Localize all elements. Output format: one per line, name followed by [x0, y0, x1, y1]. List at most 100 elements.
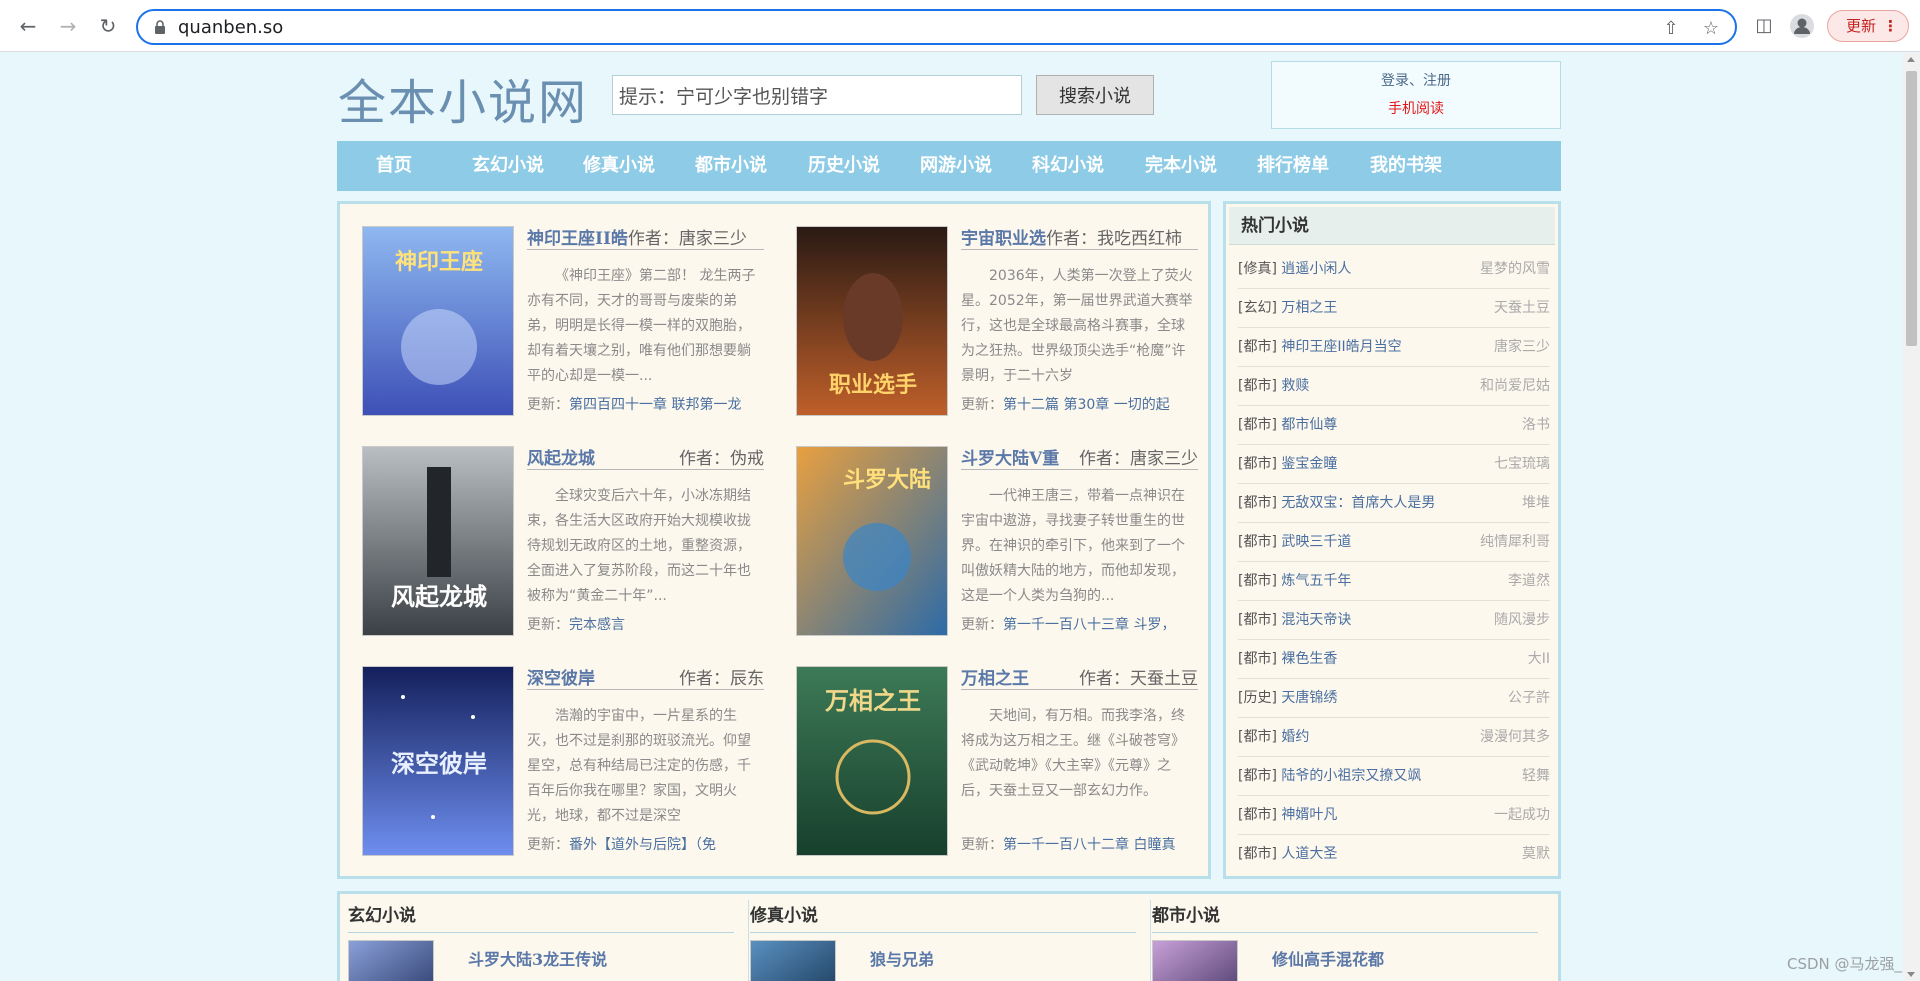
- latest-chapter-link[interactable]: 第一千一百八十三章 斗罗，: [1003, 617, 1175, 633]
- update-button[interactable]: 更新 ⋮: [1827, 10, 1909, 42]
- url-input[interactable]: [178, 16, 1578, 38]
- search-button[interactable]: 搜索小说: [1036, 75, 1154, 115]
- latest-chapter-link[interactable]: 第十二篇 第30章 一切的起: [1003, 397, 1170, 413]
- page-scrollbar[interactable]: [1903, 53, 1920, 981]
- book-author: 作者：伪戒: [679, 449, 764, 469]
- hot-author: 一起成功: [1494, 807, 1550, 823]
- hot-book-link[interactable]: 陆爷的小祖宗又撩又飒: [1281, 768, 1421, 784]
- book-cover-image[interactable]: 风起龙城: [362, 446, 514, 636]
- nav-bookshelf[interactable]: 我的书架: [1370, 141, 1442, 191]
- category-book-link[interactable]: 斗罗大陆3龙王传说: [468, 946, 607, 970]
- category-book-cover[interactable]: [348, 940, 434, 981]
- watermark-text: CSDN @马龙强_: [1787, 955, 1903, 973]
- book-author: 作者：辰东: [679, 669, 764, 689]
- book-title[interactable]: 斗罗大陆V重: [961, 449, 1059, 469]
- hot-category: [都市]: [1238, 534, 1277, 550]
- nav-xiuzhen[interactable]: 修真小说: [583, 141, 655, 191]
- category-book-link[interactable]: 修仙高手混花都: [1272, 946, 1384, 970]
- site-title[interactable]: 全本小说网: [338, 63, 588, 133]
- hot-book-link[interactable]: 无敌双宝：首席大人是男: [1281, 495, 1435, 511]
- nav-kehuan[interactable]: 科幻小说: [1032, 141, 1104, 191]
- profile-avatar-icon[interactable]: [1789, 12, 1815, 40]
- featured-book: 深空彼岸 深空彼岸 作者：辰东 浩瀚的宇宙中，一片星系的生灭，也不过是刹那的斑驳流…: [362, 666, 782, 866]
- category-title[interactable]: 都市小说: [1152, 899, 1538, 933]
- book-description: 《神印王座》第二部！ 龙生两子亦有不同，天才的哥哥与废柴的弟弟，明明是长得一模一…: [527, 268, 756, 384]
- book-title[interactable]: 宇宙职业选: [961, 229, 1046, 249]
- latest-chapter-link[interactable]: 第四百四十一章 联邦第一龙: [569, 397, 741, 413]
- book-title[interactable]: 神印王座II皓: [527, 229, 628, 249]
- reload-icon[interactable]: ↻: [94, 12, 122, 40]
- share-icon[interactable]: ⇧: [1660, 18, 1682, 40]
- hot-category: [玄幻]: [1238, 300, 1277, 316]
- book-title[interactable]: 风起龙城: [527, 449, 595, 469]
- book-author: 作者：唐家三少: [627, 229, 747, 249]
- hot-book-link[interactable]: 万相之王: [1281, 300, 1337, 316]
- forward-arrow-icon[interactable]: →: [54, 12, 82, 40]
- book-cover-image[interactable]: 职业选手: [796, 226, 948, 416]
- back-arrow-icon[interactable]: ←: [14, 12, 42, 40]
- category-title[interactable]: 修真小说: [750, 899, 1136, 933]
- nav-xuanhuan[interactable]: 玄幻小说: [472, 141, 544, 191]
- hot-author: 洛书: [1522, 417, 1550, 433]
- hot-book-link[interactable]: 神婿叶凡: [1281, 807, 1337, 823]
- mobile-reading-link[interactable]: 手机阅读: [1272, 98, 1560, 118]
- hot-list-item: [玄幻] 万相之王 天蚕土豆: [1238, 289, 1550, 328]
- book-cover-image[interactable]: 万相之王: [796, 666, 948, 856]
- hot-list-item: [都市] 武映三千道 纯情犀利哥: [1238, 523, 1550, 562]
- hot-author: 堆堆: [1522, 495, 1550, 511]
- category-column-dushi: 都市小说 修仙高手混花都: [1144, 894, 1538, 981]
- hot-book-link[interactable]: 裸色生香: [1281, 651, 1337, 667]
- hot-author: 随风漫步: [1494, 612, 1550, 628]
- book-cover-image[interactable]: 深空彼岸: [362, 666, 514, 856]
- hot-author: 莫默: [1522, 846, 1550, 862]
- hot-book-link[interactable]: 天唐锦绣: [1281, 690, 1337, 706]
- latest-chapter-link[interactable]: 第一千一百八十二章 白瞳真: [1003, 837, 1175, 853]
- hot-category: [都市]: [1238, 456, 1277, 472]
- book-title[interactable]: 万相之王: [961, 669, 1029, 689]
- hot-author: 轻舞: [1522, 768, 1550, 784]
- hot-author: 天蚕土豆: [1494, 300, 1550, 316]
- hot-book-link[interactable]: 鉴宝金瞳: [1281, 456, 1337, 472]
- hot-book-link[interactable]: 都市仙尊: [1281, 417, 1337, 433]
- nav-ranking[interactable]: 排行榜单: [1257, 141, 1329, 191]
- hot-list-item: [都市] 鉴宝金瞳 七宝琉璃: [1238, 445, 1550, 484]
- hot-book-link[interactable]: 神印王座II皓月当空: [1281, 339, 1401, 355]
- hot-book-link[interactable]: 人道大圣: [1281, 846, 1337, 862]
- latest-chapter-link[interactable]: 完本感言: [569, 617, 625, 633]
- hot-book-link[interactable]: 混沌天帝诀: [1281, 612, 1351, 628]
- nav-wangyou[interactable]: 网游小说: [920, 141, 992, 191]
- hot-category: [都市]: [1238, 612, 1277, 628]
- book-title[interactable]: 深空彼岸: [527, 669, 595, 689]
- scroll-up-arrow-icon[interactable]: [1907, 57, 1915, 62]
- category-column-xiuzhen: 修真小说 狼与兄弟: [742, 894, 1136, 981]
- hot-book-link[interactable]: 逍遥小闲人: [1281, 261, 1351, 277]
- book-update: 更新：第一千一百八十二章 白瞳真: [961, 834, 1201, 854]
- latest-chapter-link[interactable]: 番外【道外与后院】（免: [569, 837, 716, 853]
- hot-book-link[interactable]: 婚约: [1281, 729, 1309, 745]
- star-icon[interactable]: ☆: [1700, 18, 1722, 40]
- hot-book-link[interactable]: 救赎: [1281, 378, 1309, 394]
- search-input[interactable]: [612, 75, 1022, 115]
- side-panel-icon[interactable]: ◫: [1752, 12, 1776, 40]
- category-book-link[interactable]: 狼与兄弟: [870, 946, 934, 970]
- hot-book-link[interactable]: 武映三千道: [1281, 534, 1351, 550]
- scroll-down-arrow-icon[interactable]: [1907, 972, 1915, 977]
- hot-book-link[interactable]: 炼气五千年: [1281, 573, 1351, 589]
- update-label: 更新：: [527, 837, 569, 853]
- update-label: 更新：: [961, 617, 1003, 633]
- nav-home[interactable]: 首页: [376, 141, 412, 191]
- category-book-cover[interactable]: [1152, 940, 1238, 981]
- book-cover-image[interactable]: 斗罗大陆: [796, 446, 948, 636]
- nav-dushi[interactable]: 都市小说: [695, 141, 767, 191]
- address-bar[interactable]: ⇧ ☆: [136, 9, 1737, 45]
- scroll-thumb[interactable]: [1906, 71, 1917, 346]
- login-register-link[interactable]: 登录、注册: [1272, 70, 1560, 90]
- hot-author: 漫漫何其多: [1480, 729, 1550, 745]
- update-label: 更新：: [527, 617, 569, 633]
- category-book-cover[interactable]: [750, 940, 836, 981]
- nav-lishi[interactable]: 历史小说: [808, 141, 880, 191]
- nav-wanben[interactable]: 完本小说: [1145, 141, 1217, 191]
- featured-books: 神印王座 神印王座II皓作者：唐家三少 《神印王座》第二部！ 龙生两子亦有不同，…: [337, 201, 1211, 879]
- book-cover-image[interactable]: 神印王座: [362, 226, 514, 416]
- category-title[interactable]: 玄幻小说: [348, 899, 734, 933]
